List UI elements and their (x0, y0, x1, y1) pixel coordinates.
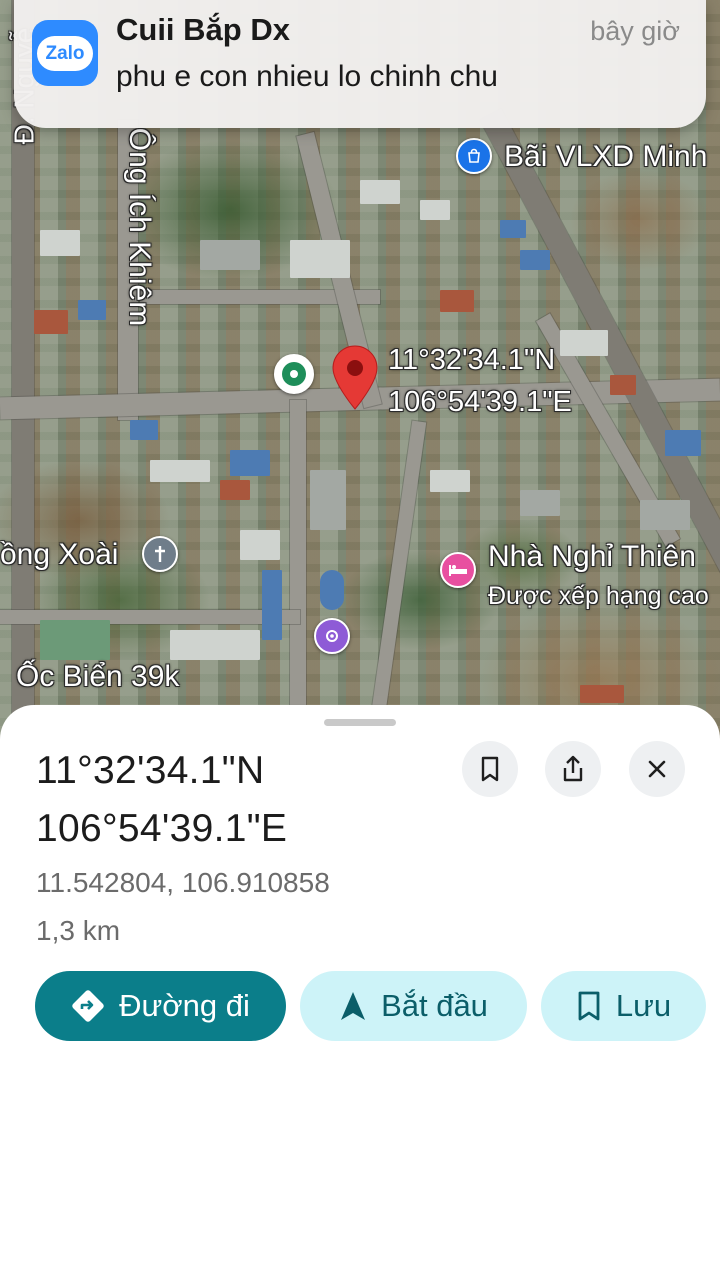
directions-label: Đường đi (119, 988, 250, 1023)
map-building (40, 620, 110, 660)
save-label: Lưu (615, 988, 672, 1023)
map-building (665, 430, 701, 456)
notification-time: bây giờ (590, 16, 680, 46)
map-building (150, 460, 210, 482)
map-road (367, 420, 427, 740)
place-bottom-sheet: 11°32'34.1"N 106°54'39.1"E 11.542804, 10… (0, 705, 720, 1280)
save-button[interactable]: Lưu (541, 971, 706, 1041)
map-building (640, 500, 690, 530)
close-button[interactable] (629, 741, 685, 797)
bookmark-icon (481, 756, 499, 782)
directions-icon (72, 990, 104, 1022)
map-place-label[interactable]: Nhà Nghỉ Thiên (488, 540, 696, 574)
close-icon (648, 760, 666, 778)
zalo-logo-text: Zalo (37, 35, 93, 71)
pin-longitude-label: 106°54'39.1"E (388, 386, 572, 418)
map-place-label[interactable]: Ốc Biển 39k (16, 660, 179, 694)
decimal-coordinates: 11.542804, 106.910858 (36, 867, 330, 898)
church-cross-icon[interactable] (142, 536, 178, 572)
map-building (40, 230, 80, 256)
map-building (520, 490, 560, 516)
start-button[interactable]: Bắt đầu (300, 971, 527, 1041)
map-building (230, 450, 270, 476)
map-building (430, 470, 470, 492)
distance-text: 1,3 km (36, 915, 121, 946)
share-button[interactable] (545, 741, 601, 797)
zalo-icon: Zalo (32, 20, 98, 86)
map-building (420, 200, 450, 220)
map-building (610, 375, 636, 395)
map-building (580, 685, 624, 703)
map-building (500, 220, 526, 238)
notification-banner[interactable]: Zalo Cuii Bắp Dx bây giờ phu e con nhieu… (14, 0, 706, 128)
navigation-arrow-icon (341, 992, 366, 1020)
directions-button[interactable]: Đường đi (35, 971, 286, 1041)
map-place-sublabel: Được xếp hạng cao (488, 582, 709, 610)
map-building (262, 570, 282, 640)
notification-message: phu e con nhieu lo chinh chu (116, 60, 498, 93)
shopping-bag-icon[interactable] (456, 138, 492, 174)
map-building (560, 330, 608, 356)
map-building (440, 290, 474, 312)
pin-latitude-label: 11°32'34.1"N (388, 344, 556, 376)
share-icon (563, 755, 583, 782)
map-building (290, 240, 350, 278)
map-building (34, 310, 68, 334)
notification-sender: Cuii Bắp Dx (116, 12, 290, 47)
bookmark-button[interactable] (462, 741, 518, 797)
map-building (220, 480, 250, 500)
map-building (130, 420, 158, 440)
map-building (320, 570, 344, 610)
coordinate-latitude: 11°32'34.1"N (36, 749, 265, 792)
map-building (520, 250, 550, 270)
bookmark-outline-icon (578, 991, 600, 1021)
map-street-label: Ông Ích Khiêm (123, 127, 157, 327)
start-label: Bắt đầu (381, 988, 488, 1023)
map-building (310, 470, 346, 530)
sparkle-icon[interactable] (314, 618, 350, 654)
map-place-label[interactable]: ồng Xoài (0, 538, 118, 572)
map-road (290, 400, 306, 740)
map-building (200, 240, 260, 270)
location-pin-icon[interactable] (330, 345, 380, 411)
map-place-label[interactable]: Bãi VLXD Minh (504, 140, 707, 174)
bed-icon[interactable] (440, 552, 476, 588)
coordinate-longitude: 106°54'39.1"E (36, 807, 288, 850)
map-building (78, 300, 106, 320)
sheet-drag-handle[interactable] (324, 719, 396, 726)
map-building (360, 180, 400, 204)
map-building (240, 530, 280, 560)
map-building (170, 630, 260, 660)
green-dot-icon[interactable] (274, 354, 314, 394)
